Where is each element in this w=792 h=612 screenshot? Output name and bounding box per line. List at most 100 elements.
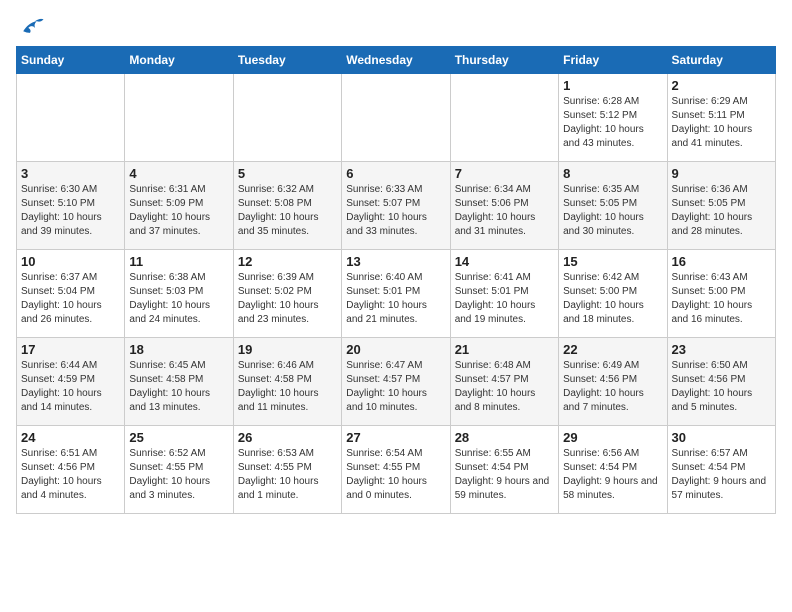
calendar-cell: 28 Sunrise: 6:55 AM Sunset: 4:54 PM Dayli… — [450, 426, 558, 514]
day-number: 15 — [563, 254, 662, 269]
calendar-cell: 5Sunrise: 6:32 AM Sunset: 5:08 PM Daylig… — [233, 162, 341, 250]
day-number: 14 — [455, 254, 554, 269]
calendar-cell: 7 Sunrise: 6:34 AM Sunset: 5:06 PM Daylig… — [450, 162, 558, 250]
day-info: Sunrise: 6:46 AM Sunset: 4:58 PM Dayligh… — [238, 359, 337, 415]
calendar-cell: 2 Sunrise: 6:29 AM Sunset: 5:11 PM Daylig… — [667, 74, 775, 162]
day-info: Sunrise: 6:56 AM Sunset: 4:54 PM Dayligh… — [563, 447, 662, 503]
day-info: Sunrise: 6:39 AM Sunset: 5:02 PM Dayligh… — [238, 271, 337, 327]
day-number: 29 — [563, 430, 662, 445]
day-number: 7 — [455, 166, 554, 181]
week-row-1: 1 Sunrise: 6:28 AM Sunset: 5:12 PM Daylig… — [17, 74, 776, 162]
day-number: 23 — [672, 342, 771, 357]
day-info: Sunrise: 6:30 AM Sunset: 5:10 PM Dayligh… — [21, 183, 120, 239]
day-info: Sunrise: 6:29 AM Sunset: 5:11 PM Dayligh… — [672, 95, 771, 151]
day-info: Sunrise: 6:38 AM Sunset: 5:03 PM Dayligh… — [129, 271, 228, 327]
calendar-cell: 16Sunrise: 6:43 AM Sunset: 5:00 PM Dayli… — [667, 250, 775, 338]
logo-bird-icon — [16, 16, 44, 38]
day-info: Sunrise: 6:52 AM Sunset: 4:55 PM Dayligh… — [129, 447, 228, 503]
day-number: 25 — [129, 430, 228, 445]
day-info: Sunrise: 6:57 AM Sunset: 4:54 PM Dayligh… — [672, 447, 771, 503]
day-number: 12 — [238, 254, 337, 269]
calendar-cell: 22Sunrise: 6:49 AM Sunset: 4:56 PM Dayli… — [559, 338, 667, 426]
calendar-cell: 17 Sunrise: 6:44 AM Sunset: 4:59 PM Dayli… — [17, 338, 125, 426]
logo — [16, 16, 48, 38]
day-number: 11 — [129, 254, 228, 269]
calendar-cell: 3 Sunrise: 6:30 AM Sunset: 5:10 PM Daylig… — [17, 162, 125, 250]
day-header-friday: Friday — [559, 47, 667, 74]
day-number: 3 — [21, 166, 120, 181]
day-info: Sunrise: 6:48 AM Sunset: 4:57 PM Dayligh… — [455, 359, 554, 415]
calendar-cell — [450, 74, 558, 162]
calendar-cell: 26 Sunrise: 6:53 AM Sunset: 4:55 PM Dayli… — [233, 426, 341, 514]
day-number: 6 — [346, 166, 445, 181]
day-info: Sunrise: 6:43 AM Sunset: 5:00 PM Dayligh… — [672, 271, 771, 327]
day-number: 28 — [455, 430, 554, 445]
day-number: 19 — [238, 342, 337, 357]
day-number: 8 — [563, 166, 662, 181]
day-info: Sunrise: 6:45 AM Sunset: 4:58 PM Dayligh… — [129, 359, 228, 415]
day-info: Sunrise: 6:40 AM Sunset: 5:01 PM Dayligh… — [346, 271, 445, 327]
day-info: Sunrise: 6:31 AM Sunset: 5:09 PM Dayligh… — [129, 183, 228, 239]
calendar-cell: 25 Sunrise: 6:52 AM Sunset: 4:55 PM Dayli… — [125, 426, 233, 514]
calendar-cell: 10Sunrise: 6:37 AM Sunset: 5:04 PM Dayli… — [17, 250, 125, 338]
day-header-monday: Monday — [125, 47, 233, 74]
day-info: Sunrise: 6:44 AM Sunset: 4:59 PM Dayligh… — [21, 359, 120, 415]
day-header-wednesday: Wednesday — [342, 47, 450, 74]
week-row-4: 17 Sunrise: 6:44 AM Sunset: 4:59 PM Dayli… — [17, 338, 776, 426]
day-number: 27 — [346, 430, 445, 445]
day-number: 20 — [346, 342, 445, 357]
calendar-cell: 29 Sunrise: 6:56 AM Sunset: 4:54 PM Dayli… — [559, 426, 667, 514]
day-number: 2 — [672, 78, 771, 93]
calendar-cell: 27 Sunrise: 6:54 AM Sunset: 4:55 PM Dayli… — [342, 426, 450, 514]
calendar-cell: 20 Sunrise: 6:47 AM Sunset: 4:57 PM Dayli… — [342, 338, 450, 426]
day-number: 22 — [563, 342, 662, 357]
day-info: Sunrise: 6:53 AM Sunset: 4:55 PM Dayligh… — [238, 447, 337, 503]
day-info: Sunrise: 6:50 AM Sunset: 4:56 PM Dayligh… — [672, 359, 771, 415]
day-number: 24 — [21, 430, 120, 445]
calendar-cell: 19 Sunrise: 6:46 AM Sunset: 4:58 PM Dayli… — [233, 338, 341, 426]
day-number: 9 — [672, 166, 771, 181]
calendar-cell: 1 Sunrise: 6:28 AM Sunset: 5:12 PM Daylig… — [559, 74, 667, 162]
calendar-cell: 4Sunrise: 6:31 AM Sunset: 5:09 PM Daylig… — [125, 162, 233, 250]
calendar-cell: 9Sunrise: 6:36 AM Sunset: 5:05 PM Daylig… — [667, 162, 775, 250]
calendar-cell — [125, 74, 233, 162]
day-number: 26 — [238, 430, 337, 445]
calendar-cell: 24 Sunrise: 6:51 AM Sunset: 4:56 PM Dayli… — [17, 426, 125, 514]
calendar-table: SundayMondayTuesdayWednesdayThursdayFrid… — [16, 46, 776, 514]
calendar-cell: 12 Sunrise: 6:39 AM Sunset: 5:02 PM Dayli… — [233, 250, 341, 338]
day-number: 10 — [21, 254, 120, 269]
calendar-cell: 15 Sunrise: 6:42 AM Sunset: 5:00 PM Dayli… — [559, 250, 667, 338]
day-info: Sunrise: 6:28 AM Sunset: 5:12 PM Dayligh… — [563, 95, 662, 151]
day-info: Sunrise: 6:35 AM Sunset: 5:05 PM Dayligh… — [563, 183, 662, 239]
day-info: Sunrise: 6:55 AM Sunset: 4:54 PM Dayligh… — [455, 447, 554, 503]
calendar-cell: 18 Sunrise: 6:45 AM Sunset: 4:58 PM Dayli… — [125, 338, 233, 426]
day-number: 21 — [455, 342, 554, 357]
calendar-cell: 30 Sunrise: 6:57 AM Sunset: 4:54 PM Dayli… — [667, 426, 775, 514]
calendar-cell: 8 Sunrise: 6:35 AM Sunset: 5:05 PM Daylig… — [559, 162, 667, 250]
day-number: 1 — [563, 78, 662, 93]
day-info: Sunrise: 6:47 AM Sunset: 4:57 PM Dayligh… — [346, 359, 445, 415]
day-header-thursday: Thursday — [450, 47, 558, 74]
day-number: 30 — [672, 430, 771, 445]
day-info: Sunrise: 6:32 AM Sunset: 5:08 PM Dayligh… — [238, 183, 337, 239]
page-header — [16, 16, 776, 38]
calendar-cell: 11 Sunrise: 6:38 AM Sunset: 5:03 PM Dayli… — [125, 250, 233, 338]
calendar-cell — [17, 74, 125, 162]
calendar-cell — [342, 74, 450, 162]
calendar-cell: 23 Sunrise: 6:50 AM Sunset: 4:56 PM Dayli… — [667, 338, 775, 426]
day-number: 18 — [129, 342, 228, 357]
calendar-cell: 6Sunrise: 6:33 AM Sunset: 5:07 PM Daylig… — [342, 162, 450, 250]
day-number: 17 — [21, 342, 120, 357]
calendar-header-row: SundayMondayTuesdayWednesdayThursdayFrid… — [17, 47, 776, 74]
day-info: Sunrise: 6:34 AM Sunset: 5:06 PM Dayligh… — [455, 183, 554, 239]
day-info: Sunrise: 6:41 AM Sunset: 5:01 PM Dayligh… — [455, 271, 554, 327]
calendar-body: 1 Sunrise: 6:28 AM Sunset: 5:12 PM Daylig… — [17, 74, 776, 514]
day-info: Sunrise: 6:42 AM Sunset: 5:00 PM Dayligh… — [563, 271, 662, 327]
day-info: Sunrise: 6:54 AM Sunset: 4:55 PM Dayligh… — [346, 447, 445, 503]
day-header-saturday: Saturday — [667, 47, 775, 74]
day-info: Sunrise: 6:51 AM Sunset: 4:56 PM Dayligh… — [21, 447, 120, 503]
week-row-5: 24 Sunrise: 6:51 AM Sunset: 4:56 PM Dayli… — [17, 426, 776, 514]
week-row-3: 10Sunrise: 6:37 AM Sunset: 5:04 PM Dayli… — [17, 250, 776, 338]
day-header-sunday: Sunday — [17, 47, 125, 74]
calendar-cell: 21 Sunrise: 6:48 AM Sunset: 4:57 PM Dayli… — [450, 338, 558, 426]
